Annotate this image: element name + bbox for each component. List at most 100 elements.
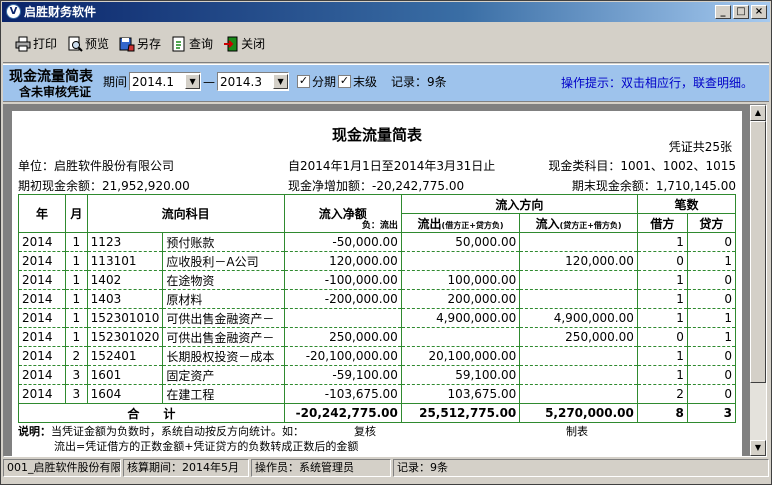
table-row[interactable]: 2014 1 113101 应收股利－A公司 120,000.00 120,000.00 0…: [18, 251, 737, 271]
period-from-value: 2014.1: [132, 74, 175, 89]
close-window-button[interactable]: ×: [751, 5, 767, 19]
table-row[interactable]: 2014 3 1604 在建工程 -103,675.00 103,675.00 2 0: [18, 384, 737, 404]
cell-month: 3: [64, 365, 88, 385]
final-level-label: 末级: [353, 75, 378, 89]
cash-flow-table: 年 月 流向科目 流入净额 负：流出 流入方向 笔数 流出(借方正+贷方负) 流…: [18, 194, 737, 423]
voucher-count: 凭证共25张: [668, 140, 732, 154]
cell-net: -20,100,000.00: [283, 346, 402, 366]
cell-month: 2: [64, 346, 88, 366]
cell-out: [400, 327, 521, 347]
preview-icon: [67, 36, 83, 52]
cell-name: 预付账款: [162, 232, 285, 252]
scroll-down-icon[interactable]: ▼: [750, 440, 766, 456]
scroll-up-icon[interactable]: ▲: [750, 105, 766, 121]
cell-year: 2014: [18, 251, 66, 271]
table-row[interactable]: 2014 3 1601 固定资产 -59,100.00 59,100.00 1 0: [18, 365, 737, 385]
cell-net: [283, 308, 402, 328]
query-label: 查询: [189, 37, 214, 51]
chevron-down-icon[interactable]: ▼: [185, 74, 201, 89]
cell-month: 1: [64, 327, 88, 347]
cell-month: 1: [64, 251, 88, 271]
close-button[interactable]: 关闭: [219, 33, 269, 54]
final-level-checkbox[interactable]: ✓: [338, 75, 352, 88]
cell-code: 113101: [86, 251, 164, 271]
query-button[interactable]: 查询: [167, 33, 217, 54]
cell-credit: 1: [686, 327, 737, 347]
cell-net: -103,675.00: [283, 384, 402, 404]
cell-debit: 1: [636, 346, 688, 366]
period-from-select[interactable]: 2014.1 ▼: [129, 72, 202, 91]
total-label: 合 计: [18, 403, 285, 423]
header-inflow: 流入(贷方正+借方负): [519, 213, 638, 233]
cell-debit: 1: [636, 289, 688, 309]
unaudited-label: 含未审核凭证: [19, 85, 92, 99]
cell-year: 2014: [18, 270, 66, 290]
close-label: 关闭: [241, 37, 266, 51]
cell-net: 120,000.00: [283, 251, 402, 271]
cell-out: 4,900,000.00: [400, 308, 521, 328]
split-checkbox[interactable]: ✓: [297, 75, 311, 88]
header-net: 流入净额 负：流出: [283, 194, 402, 233]
table-row[interactable]: 2014 1 1402 在途物资 -100,000.00 100,000.00 1 0: [18, 270, 737, 290]
cell-year: 2014: [18, 232, 66, 252]
cell-credit: 0: [686, 270, 737, 290]
cell-out: 100,000.00: [400, 270, 521, 290]
header-year: 年: [18, 194, 66, 233]
period-dash: —: [203, 74, 216, 89]
review-label: 复核: [354, 425, 376, 438]
cell-code: 152301010: [86, 308, 164, 328]
cell-in: [519, 289, 638, 309]
cell-name: 在建工程: [162, 384, 285, 404]
maximize-button[interactable]: □: [733, 5, 749, 19]
header-credit: 贷方: [686, 213, 737, 233]
cell-name: 在途物资: [162, 270, 285, 290]
header-subject: 流向科目: [86, 194, 285, 233]
title-bar: V 启胜财务软件 _ □ ×: [2, 2, 770, 22]
header-direction: 流入方向: [400, 194, 638, 214]
cell-debit: 0: [636, 327, 688, 347]
toolbar: 打印 预览 另存 查询 关闭: [3, 25, 769, 63]
header-debit: 借方: [636, 213, 688, 233]
total-out: 25,512,775.00: [400, 403, 521, 423]
cell-net: -200,000.00: [283, 289, 402, 309]
print-label: 打印: [33, 37, 58, 51]
closing-balance: 期末现金余额：1,710,145.00: [571, 179, 736, 193]
table-row[interactable]: 2014 1 152301010 可供出售金融资产－ 4,900,000.00 4,900…: [18, 308, 737, 328]
split-label: 分期: [312, 75, 337, 89]
cell-debit: 1: [636, 365, 688, 385]
cell-credit: 0: [686, 346, 737, 366]
total-net: -20,242,775.00: [283, 403, 402, 423]
cell-credit: 0: [686, 232, 737, 252]
saveas-button[interactable]: 另存: [115, 33, 165, 54]
header-month: 月: [64, 194, 88, 233]
unit-label: 单位：启胜软件股份有限公司: [18, 159, 175, 173]
maker-label: 制表: [566, 425, 588, 438]
table-row[interactable]: 2014 1 1403 原材料 -200,000.00 200,000.00 1 0: [18, 289, 737, 309]
cell-out: [400, 251, 521, 271]
cell-in: 4,900,000.00: [519, 308, 638, 328]
net-increase: 现金净增加额：-20,242,775.00: [288, 179, 465, 193]
period-to-value: 2014.3: [220, 74, 263, 89]
header-outflow-sub: (借方正+贷方负): [441, 220, 504, 230]
minimize-button[interactable]: _: [715, 5, 731, 19]
table-row[interactable]: 2014 1 1123 预付账款 -50,000.00 50,000.00 1 0: [18, 232, 737, 252]
vertical-scrollbar[interactable]: ▲ ▼: [750, 105, 766, 456]
cell-credit: 0: [686, 289, 737, 309]
table-row[interactable]: 2014 2 152401 长期股权投资－成本 -20,100,000.00 20,100…: [18, 346, 737, 366]
preview-button[interactable]: 预览: [63, 33, 113, 54]
chevron-down-icon[interactable]: ▼: [273, 74, 289, 89]
cell-code: 152401: [86, 346, 164, 366]
table-row[interactable]: 2014 1 152301020 可供出售金融资产－ 250,000.00 250,000…: [18, 327, 737, 347]
print-button[interactable]: 打印: [11, 33, 61, 54]
status-bar: 001_启胜软件股份有限 核算期间：2014年5月 操作员：系统管理员 记录：9…: [3, 459, 769, 479]
cell-month: 1: [64, 232, 88, 252]
cell-code: 1604: [86, 384, 164, 404]
scroll-thumb[interactable]: [750, 121, 766, 383]
note-line-1: 当凭证金额为负数时，系统自动按反方向统计。如：: [51, 425, 304, 438]
period-to-select[interactable]: 2014.3 ▼: [217, 72, 290, 91]
printer-icon: [15, 36, 31, 52]
main-window: V 启胜财务软件 _ □ × 打印 预览 另存 查询 关闭 现金流量简表 含未审…: [0, 0, 772, 485]
cell-year: 2014: [18, 346, 66, 366]
cell-name: 原材料: [162, 289, 285, 309]
filter-bar: 现金流量简表 含未审核凭证 期间 2014.1 ▼ — 2014.3 ▼ ✓ 分…: [3, 64, 769, 102]
